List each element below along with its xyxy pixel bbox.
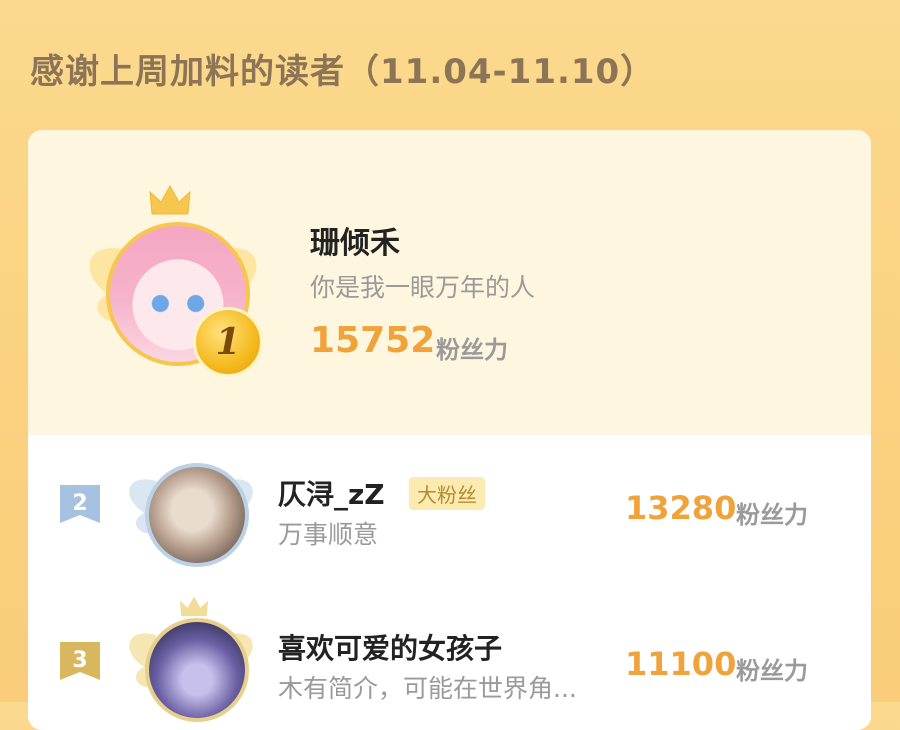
fan-score-unit: 粉丝力 — [736, 657, 808, 685]
user-bio: 万事顺意 — [278, 520, 379, 549]
crown-icon — [149, 184, 191, 215]
avatar[interactable] — [145, 618, 249, 722]
rank-medal-icon: 1 — [193, 307, 263, 377]
avatar[interactable] — [145, 463, 249, 567]
user-bio: 木有简介，可能在世界角... — [278, 674, 577, 703]
top-rank-section[interactable]: 1 珊倾禾 你是我一眼万年的人 15752 粉丝力 — [28, 130, 871, 435]
fan-score: 11100 — [625, 645, 737, 683]
fan-score-unit: 粉丝力 — [436, 336, 508, 364]
user-name[interactable]: 仄浔_zZ — [278, 473, 385, 513]
user-bio: 你是我一眼万年的人 — [310, 273, 536, 302]
ranking-list: 2 仄浔_zZ 大粉丝 万事顺意 13280 粉丝力 3 喜欢可爱的女孩子 木有… — [28, 435, 871, 730]
rank-badge-icon: 2 — [58, 483, 102, 527]
fan-score-unit: 粉丝力 — [736, 501, 808, 529]
fan-score: 13280 — [625, 489, 737, 527]
ranking-card: 1 珊倾禾 你是我一眼万年的人 15752 粉丝力 2 仄浔_zZ 大粉丝 万事… — [28, 130, 871, 730]
user-name[interactable]: 喜欢可爱的女孩子 — [278, 627, 502, 667]
fan-score: 15752 — [310, 320, 436, 361]
user-name[interactable]: 珊倾禾 — [310, 218, 400, 262]
crown-icon — [179, 596, 209, 617]
status-badge: 大粉丝 — [409, 477, 485, 510]
page-title: 感谢上周加料的读者（11.04-11.10） — [30, 52, 656, 92]
rank-badge-icon: 3 — [58, 640, 102, 684]
